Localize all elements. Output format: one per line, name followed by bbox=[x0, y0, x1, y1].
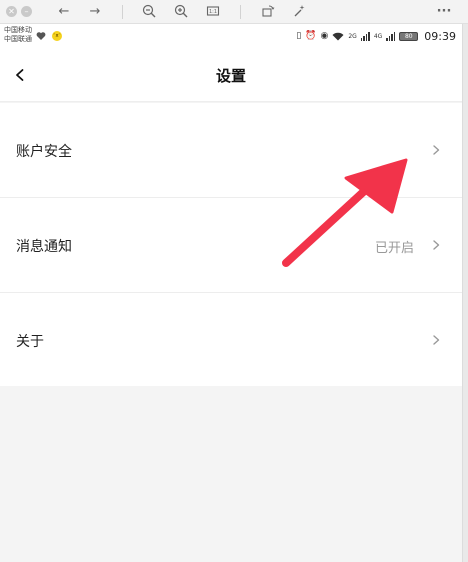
rotate-icon[interactable] bbox=[260, 4, 276, 20]
settings-item-notifications[interactable]: 消息通知 已开启 bbox=[0, 198, 462, 293]
page-title: 设置 bbox=[215, 67, 246, 85]
minimize-icon[interactable]: – bbox=[21, 6, 32, 17]
settings-item-account-security[interactable]: 账户安全 bbox=[0, 103, 462, 198]
settings-item-label: 关于 bbox=[16, 334, 44, 350]
phone-screen: 中国移动 中国联通 ᵔᴥᵔ ▯ ⏰ ◉ 2G 4G 80 09:39 设置 账户… bbox=[0, 24, 462, 562]
heart-icon bbox=[36, 32, 46, 40]
eye-icon: ◉ bbox=[320, 31, 329, 41]
status-bar: 中国移动 中国联通 ᵔᴥᵔ ▯ ⏰ ◉ 2G 4G 80 09:39 bbox=[0, 24, 462, 48]
status-icons: ▯ ⏰ ◉ 2G 4G 80 09:39 bbox=[296, 29, 456, 43]
zoom-in-icon[interactable] bbox=[173, 4, 189, 20]
fit-screen-icon[interactable]: 1:1 bbox=[205, 4, 221, 20]
network-label-1: 2G bbox=[348, 32, 357, 40]
navigation-bar: 设置 bbox=[0, 48, 462, 102]
close-icon[interactable]: ✕ bbox=[6, 6, 17, 17]
wifi-icon bbox=[332, 32, 344, 40]
chevron-right-icon bbox=[433, 240, 440, 250]
more-icon[interactable]: ··· bbox=[436, 4, 452, 20]
settings-item-value: 已开启 bbox=[374, 241, 414, 256]
magic-wand-icon[interactable] bbox=[291, 4, 307, 20]
vibrate-icon: ▯ bbox=[296, 31, 302, 41]
alarm-icon: ⏰ bbox=[305, 31, 317, 41]
signal-icon-2 bbox=[386, 31, 396, 41]
zoom-out-icon[interactable] bbox=[141, 4, 157, 20]
forward-arrow-icon[interactable]: → bbox=[87, 4, 103, 20]
settings-item-label: 账户安全 bbox=[16, 144, 72, 160]
svg-text:1:1: 1:1 bbox=[209, 9, 217, 15]
settings-item-label: 消息通知 bbox=[16, 239, 72, 255]
settings-item-about[interactable]: 关于 bbox=[0, 293, 462, 386]
battery-icon: 80 bbox=[399, 31, 419, 41]
network-label-2: 4G bbox=[373, 32, 383, 40]
emoji-icon: ᵔᴥᵔ bbox=[52, 31, 62, 41]
signal-icon-1 bbox=[360, 31, 370, 41]
settings-list: 账户安全 消息通知 已开启 关于 bbox=[0, 103, 462, 386]
back-arrow-icon[interactable]: ← bbox=[56, 4, 72, 20]
viewer-toolbar: ✕ – ← → 1:1 ··· bbox=[0, 0, 468, 24]
scrollbar-edge bbox=[462, 24, 468, 562]
status-time: 09:39 bbox=[424, 29, 456, 43]
carrier-2: 中国联通 bbox=[4, 35, 32, 43]
chevron-right-icon bbox=[433, 145, 440, 155]
chevron-right-icon bbox=[433, 335, 440, 345]
carrier-names: 中国移动 中国联通 bbox=[4, 26, 32, 44]
carrier-1: 中国移动 bbox=[4, 26, 32, 34]
